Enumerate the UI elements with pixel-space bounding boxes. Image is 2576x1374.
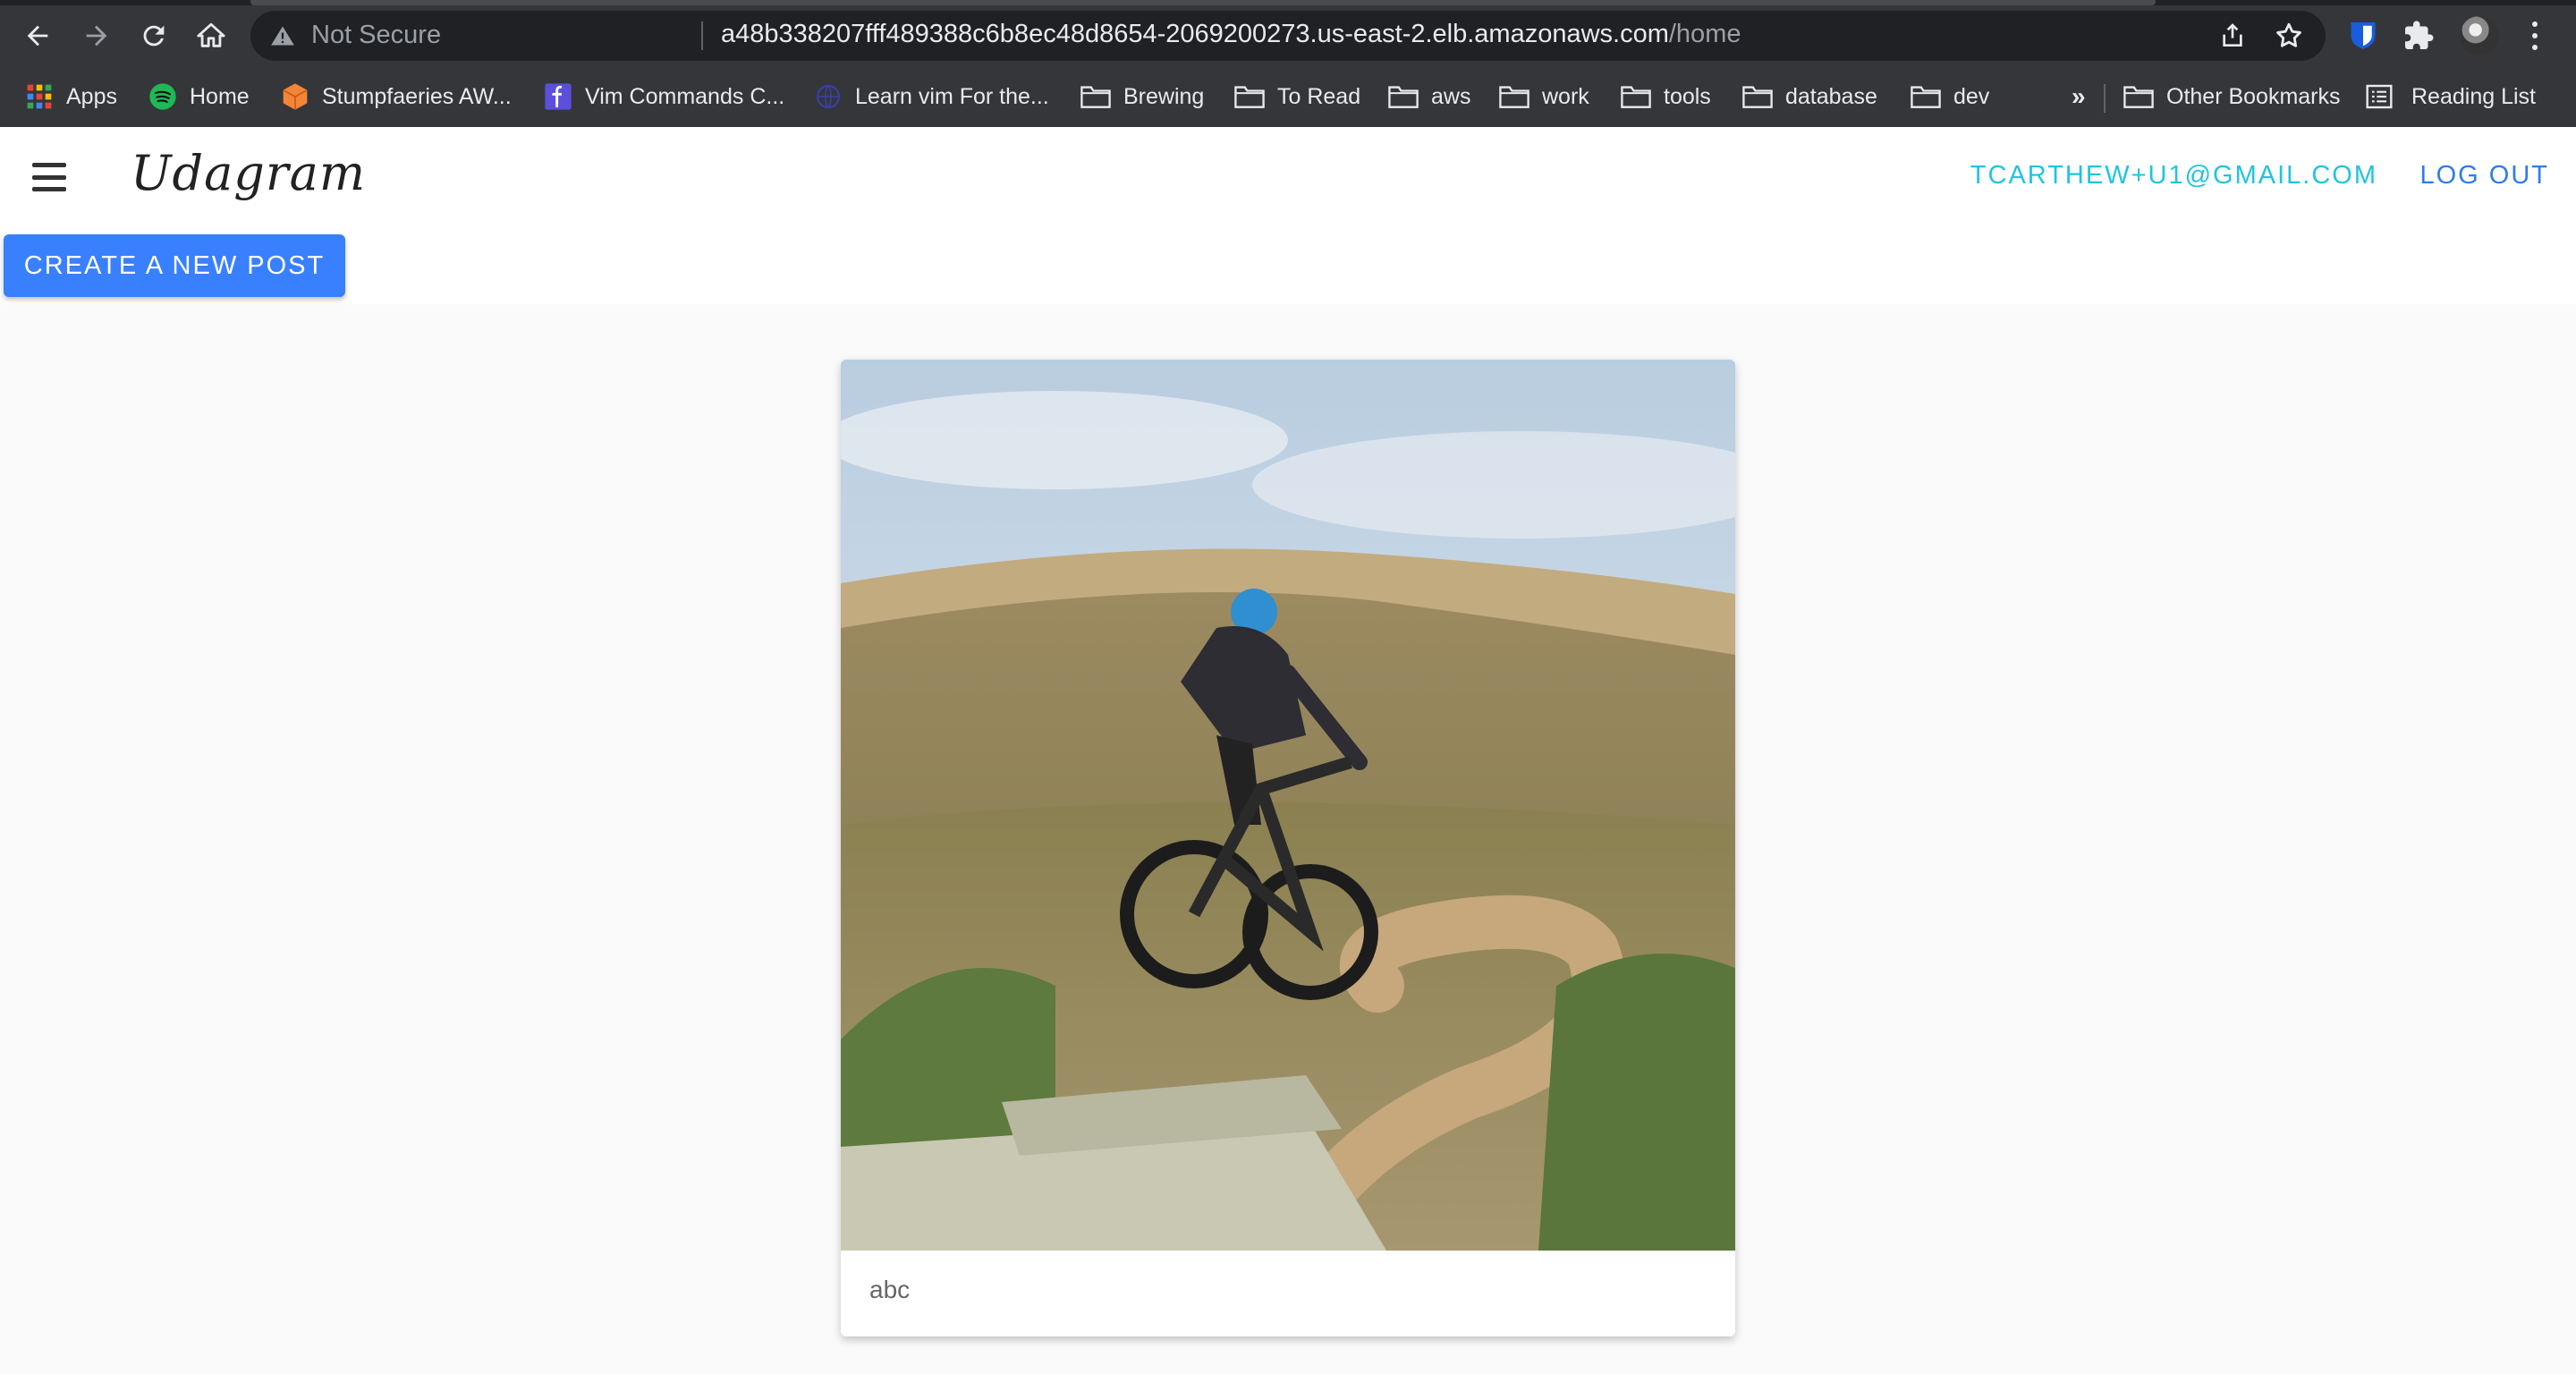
bookmark-label: aws <box>1431 83 1471 109</box>
bookmark-folder-tools[interactable]: tools <box>1621 79 1711 114</box>
folder-icon <box>1911 86 1941 108</box>
warning-icon[interactable] <box>270 23 295 48</box>
brand-logo[interactable]: Udagram <box>131 145 366 201</box>
address-bar[interactable]: Not Secure a48b338207fff489388c6b8ec48d8… <box>250 11 2326 61</box>
bookmark-label: To Read <box>1277 83 1361 109</box>
vim-icon <box>545 83 572 110</box>
folder-icon <box>1080 86 1111 108</box>
forward-arrow-icon <box>86 25 107 47</box>
browser-chrome: Not Secure a48b338207fff489388c6b8ec48d8… <box>0 0 2576 127</box>
back-arrow-icon <box>27 25 48 47</box>
browser-toolbar: Not Secure a48b338207fff489388c6b8ec48d8… <box>0 5 2576 66</box>
bookmark-stumpfaeries[interactable]: Stumpfaeries AW... <box>281 79 512 114</box>
extensions-puzzle-icon[interactable] <box>2402 20 2435 52</box>
share-icon[interactable] <box>2218 21 2247 50</box>
bookmark-label: Other Bookmarks <box>2166 83 2341 109</box>
bitwarden-shield-icon[interactable] <box>2347 20 2379 52</box>
bookmark-label: Stumpfaeries AW... <box>322 83 512 109</box>
bookmark-home[interactable]: Home <box>148 79 250 114</box>
bookmark-folder-to-read[interactable]: To Read <box>1234 79 1360 114</box>
spotify-icon <box>149 83 176 110</box>
hamburger-icon-bar <box>32 187 66 191</box>
reading-list-label: Reading List <box>2411 83 2536 109</box>
reload-button[interactable] <box>134 16 174 55</box>
app-header: Udagram TCARTHEW+U1@GMAIL.COM LOG OUT <box>0 127 2576 227</box>
omnibox-divider <box>701 21 703 50</box>
post-image <box>841 360 1735 1251</box>
feed-item-card: abc <box>841 360 1735 1336</box>
bookmark-star-icon[interactable] <box>2274 21 2304 51</box>
security-label[interactable]: Not Secure <box>311 21 441 50</box>
bookmarks-divider <box>2104 84 2106 113</box>
home-button[interactable] <box>191 16 231 55</box>
post-caption: abc <box>869 1276 911 1303</box>
create-post-button[interactable]: CREATE A NEW POST <box>4 234 345 297</box>
bookmark-folder-aws[interactable]: aws <box>1388 79 1470 114</box>
forward-button[interactable] <box>77 16 116 55</box>
bookmark-label: Vim Commands C... <box>585 83 785 109</box>
url-path: /home <box>1668 20 1741 48</box>
bookmarks-overflow-chevron[interactable]: » <box>2072 82 2086 111</box>
reading-list-icon <box>2366 84 2393 109</box>
bookmark-folder-brewing[interactable]: Brewing <box>1080 79 1204 114</box>
home-icon <box>197 22 225 47</box>
folder-icon <box>1742 86 1773 108</box>
hamburger-icon-bar <box>32 174 66 180</box>
bookmark-folder-database[interactable]: database <box>1742 79 1877 114</box>
logout-button[interactable]: LOG OUT <box>2419 161 2549 191</box>
globe-icon <box>816 84 841 109</box>
apps-grid-icon <box>27 84 52 109</box>
bookmark-label: Brewing <box>1123 83 1205 109</box>
hamburger-icon-bar <box>32 163 66 167</box>
bookmark-folder-dev[interactable]: dev <box>1911 79 1989 114</box>
bookmark-label: dev <box>1953 83 1990 109</box>
reload-icon <box>143 25 165 47</box>
folder-icon <box>1499 86 1530 108</box>
bookmark-learn-vim[interactable]: Learn vim For the... <box>814 79 1049 114</box>
bookmarks-bar: Apps Home Stumpfaeries AW... Vim Command… <box>0 66 2576 127</box>
folder-icon <box>2123 86 2154 108</box>
folder-icon <box>1388 86 1419 108</box>
bookmark-label: database <box>1785 83 1877 109</box>
bookmark-label: Learn vim For the... <box>855 83 1049 109</box>
folder-icon <box>1621 86 1651 108</box>
reading-list-button[interactable]: Reading List <box>2365 79 2536 114</box>
profile-avatar[interactable] <box>2460 16 2499 55</box>
back-button[interactable] <box>18 16 57 55</box>
url-host: a48b338207fff489388c6b8ec48d8654-2069200… <box>721 20 1669 48</box>
bookmark-vim-commands[interactable]: Vim Commands C... <box>544 79 784 114</box>
bookmark-label: tools <box>1664 83 1711 109</box>
bookmark-label: Home <box>190 83 250 109</box>
user-email-button[interactable]: TCARTHEW+U1@GMAIL.COM <box>1970 161 2377 191</box>
bookmark-other-bookmarks[interactable]: Other Bookmarks <box>2123 79 2341 114</box>
menu-button[interactable] <box>27 157 72 197</box>
folder-icon <box>1234 86 1265 108</box>
url-text[interactable]: a48b338207fff489388c6b8ec48d8654-2069200… <box>721 20 1741 49</box>
action-strip: CREATE A NEW POST <box>0 227 2576 304</box>
bookmark-apps[interactable]: Apps <box>25 79 117 114</box>
bookmark-label: work <box>1542 83 1589 109</box>
bookmark-folder-work[interactable]: work <box>1499 79 1589 114</box>
aws-cube-icon <box>283 83 308 110</box>
browser-menu-button[interactable] <box>2528 18 2542 54</box>
bookmark-label: Apps <box>66 83 117 109</box>
